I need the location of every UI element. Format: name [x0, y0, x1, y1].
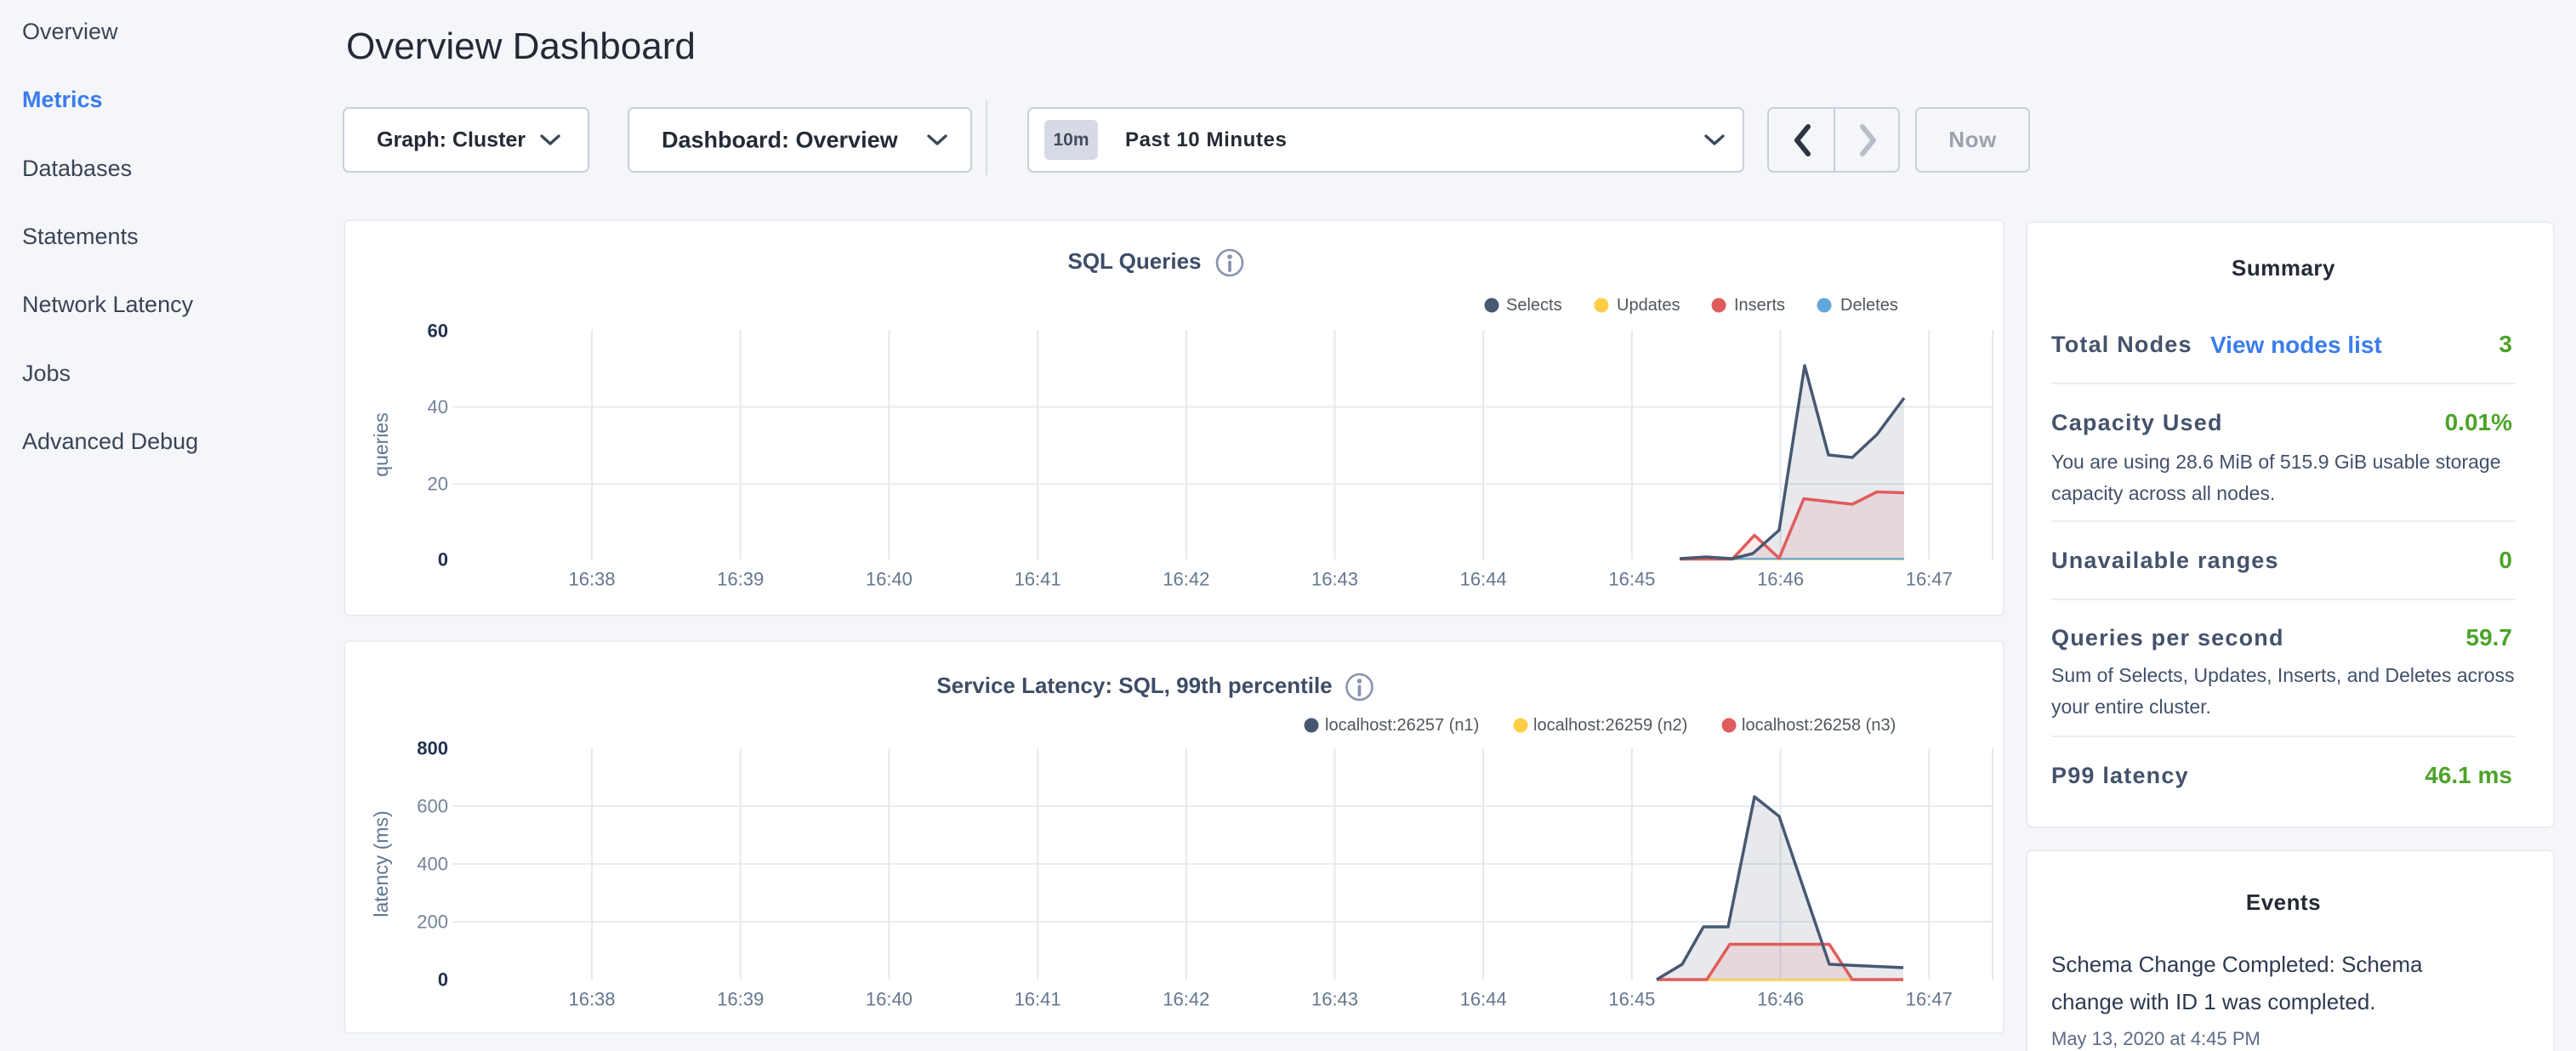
svg-text:16:38: 16:38 [568, 569, 615, 590]
svg-text:16:45: 16:45 [1608, 989, 1655, 1010]
svg-text:16:44: 16:44 [1460, 989, 1507, 1010]
svg-text:localhost:26258 (n3): localhost:26258 (n3) [1742, 716, 1896, 735]
svg-text:16:40: 16:40 [866, 989, 913, 1010]
svg-text:16:45: 16:45 [1608, 569, 1655, 590]
svg-text:localhost:26259 (n2): localhost:26259 (n2) [1533, 716, 1687, 735]
svg-text:16:39: 16:39 [717, 569, 764, 590]
svg-text:queries: queries [370, 412, 392, 476]
svg-text:16:41: 16:41 [1015, 989, 1061, 1010]
svg-text:16:39: 16:39 [717, 989, 764, 1010]
svg-text:16:43: 16:43 [1311, 569, 1358, 590]
svg-text:20: 20 [428, 474, 448, 495]
svg-text:SQL Queries: SQL Queries [1067, 248, 1201, 274]
svg-text:Inserts: Inserts [1734, 296, 1785, 315]
svg-text:16:42: 16:42 [1163, 569, 1209, 590]
svg-text:16:40: 16:40 [866, 569, 913, 590]
svg-text:Updates: Updates [1617, 296, 1680, 315]
svg-text:0: 0 [438, 549, 448, 571]
svg-text:200: 200 [417, 912, 448, 933]
svg-text:16:47: 16:47 [1906, 989, 1953, 1010]
svg-text:16:47: 16:47 [1906, 569, 1953, 590]
svg-text:600: 600 [417, 796, 448, 817]
svg-text:Service Latency: SQL, 99th per: Service Latency: SQL, 99th percentile [936, 673, 1332, 698]
svg-text:0: 0 [438, 969, 448, 991]
svg-text:800: 800 [417, 738, 448, 759]
svg-text:Deletes: Deletes [1840, 296, 1898, 315]
svg-text:localhost:26257 (n1): localhost:26257 (n1) [1325, 716, 1479, 735]
svg-text:16:38: 16:38 [568, 989, 615, 1010]
svg-text:40: 40 [428, 396, 448, 418]
svg-text:400: 400 [417, 854, 448, 875]
svg-text:16:44: 16:44 [1460, 569, 1507, 590]
svg-text:16:43: 16:43 [1311, 989, 1358, 1010]
svg-text:Selects: Selects [1506, 296, 1562, 315]
svg-text:16:41: 16:41 [1015, 569, 1061, 590]
svg-text:latency (ms): latency (ms) [370, 810, 392, 917]
svg-text:16:46: 16:46 [1757, 569, 1804, 590]
svg-text:60: 60 [428, 321, 448, 342]
svg-text:16:46: 16:46 [1757, 989, 1804, 1010]
svg-text:16:42: 16:42 [1163, 989, 1209, 1010]
